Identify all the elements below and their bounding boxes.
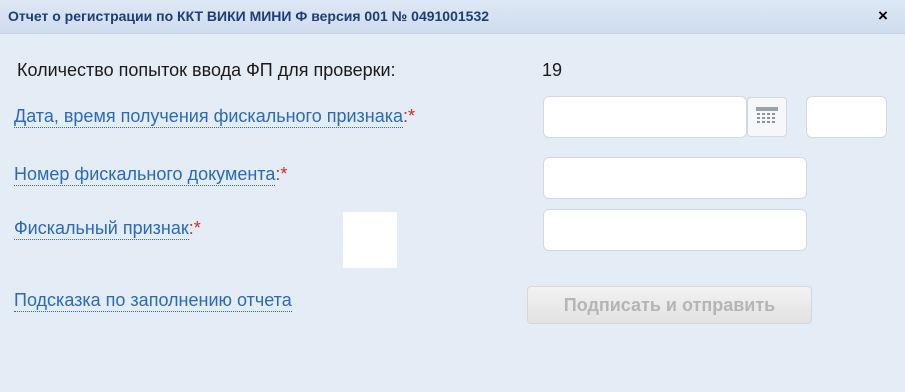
doc-number-input[interactable] (543, 157, 807, 199)
sign-and-send-button[interactable]: Подписать и отправить (527, 286, 812, 324)
attempts-label: Количество попыток ввода ФП для проверки… (17, 60, 396, 80)
close-icon[interactable]: × (873, 5, 893, 27)
fiscal-sign-input[interactable] (543, 209, 807, 251)
fiscal-sign-required-marker: :* (188, 218, 201, 238)
doc-number-label-row: Номер фискального документа:* (14, 164, 288, 186)
doc-number-required-marker: :* (275, 164, 288, 184)
calendar-icon (756, 107, 778, 123)
dialog-titlebar: Отчет о регистрации по ККТ ВИКИ МИНИ Ф в… (0, 0, 905, 34)
datetime-label-row: Дата, время получения фискального призна… (14, 106, 416, 128)
datetime-date-input[interactable] (543, 96, 747, 138)
doc-number-label-link[interactable]: Номер фискального документа (14, 164, 276, 186)
blank-placeholder-area (343, 212, 397, 268)
hint-link-row: Подсказка по заполнению отчета (14, 290, 292, 312)
dialog-title: Отчет о регистрации по ККТ ВИКИ МИНИ Ф в… (8, 8, 490, 24)
fiscal-sign-label-link[interactable]: Фискальный признак (14, 218, 189, 240)
attempts-value: 19 (542, 60, 563, 80)
calendar-button[interactable] (747, 97, 787, 137)
datetime-required-marker: :* (403, 106, 416, 126)
filling-hint-link[interactable]: Подсказка по заполнению отчета (14, 290, 292, 312)
fiscal-sign-label-row: Фискальный признак:* (14, 218, 201, 240)
datetime-label-link[interactable]: Дата, время получения фискального призна… (14, 106, 404, 128)
datetime-time-input[interactable] (806, 96, 887, 138)
